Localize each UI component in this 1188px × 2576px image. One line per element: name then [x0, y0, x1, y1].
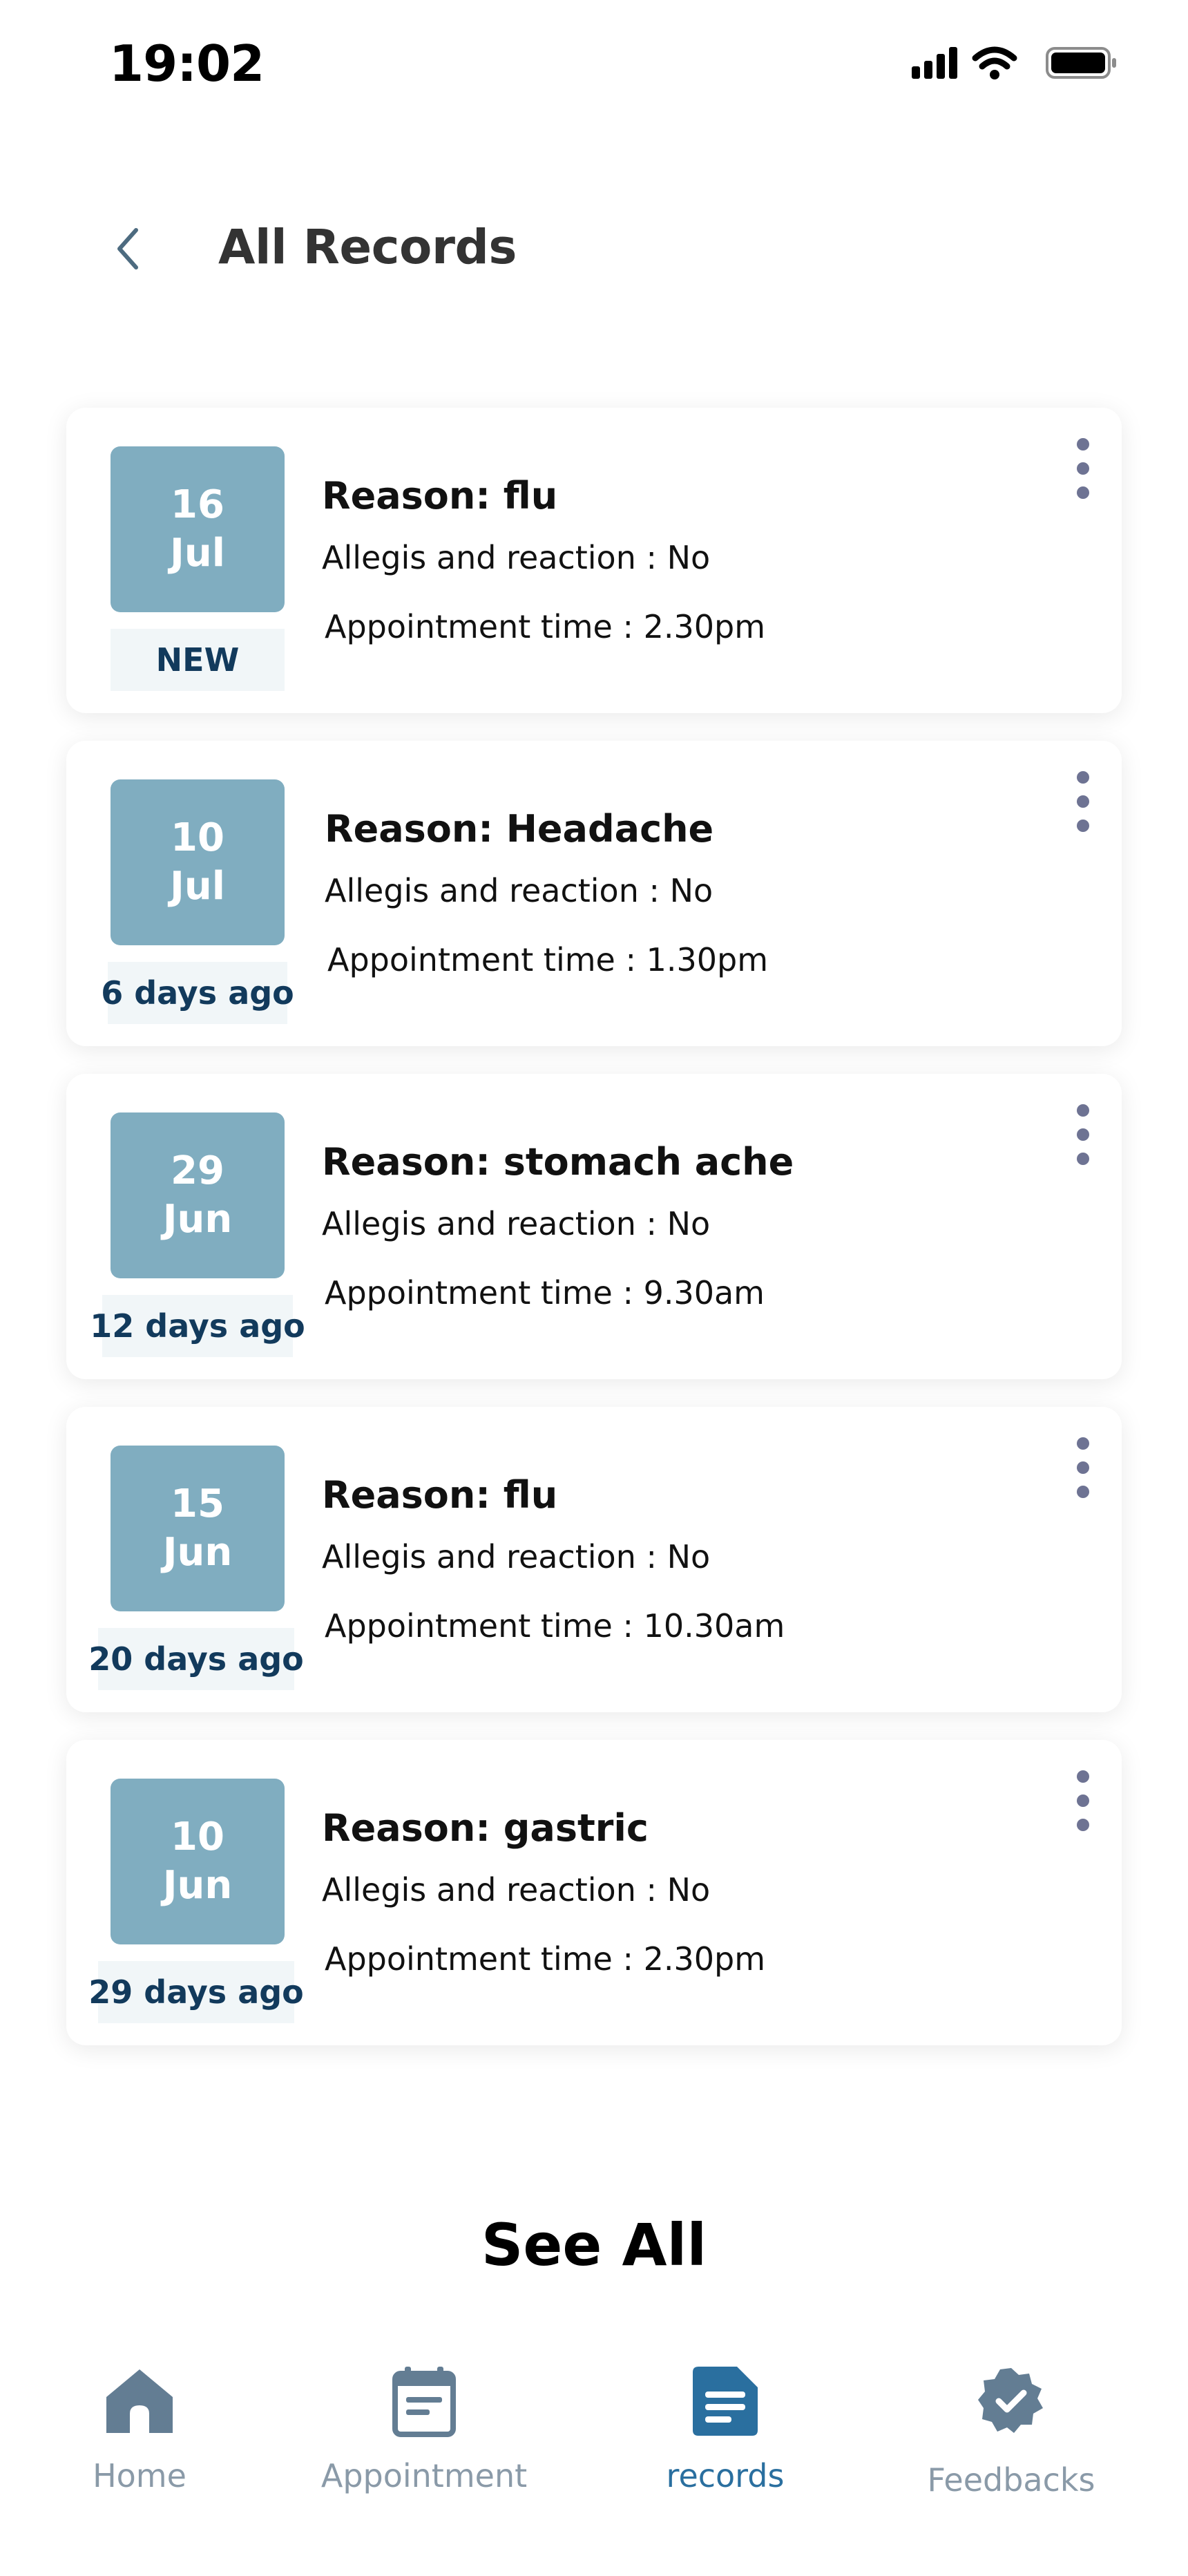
home-icon: [102, 2363, 178, 2439]
page-title: All Records: [218, 220, 517, 275]
record-day: 10: [171, 815, 224, 860]
record-appointment-time: Appointment time : 2.30pm: [325, 608, 766, 645]
more-options-button[interactable]: [1066, 435, 1100, 502]
record-reason: Reason: gastric: [322, 1806, 649, 1850]
record-month: Jun: [162, 1863, 233, 1908]
more-options-button[interactable]: [1066, 1101, 1100, 1168]
record-date: 16 Jul: [111, 446, 285, 612]
nav-item-records[interactable]: records: [594, 2363, 856, 2529]
record-month: Jun: [162, 1197, 233, 1242]
status-icons: [912, 46, 1116, 79]
more-options-button[interactable]: [1066, 768, 1100, 835]
record-card[interactable]: 29 Jun 12 days ago Reason: stomach ache …: [66, 1074, 1122, 1379]
record-date: 10 Jun: [111, 1779, 285, 1944]
more-options-button[interactable]: [1066, 1768, 1100, 1834]
record-month: Jun: [162, 1530, 233, 1575]
more-vertical-icon: [1077, 771, 1089, 784]
record-card[interactable]: 16 Jul NEW Reason: flu Allegis and react…: [66, 408, 1122, 713]
record-reason: Reason: stomach ache: [322, 1140, 794, 1184]
more-vertical-icon: [1077, 438, 1089, 451]
record-allergy: Allegis and reaction : No: [322, 1205, 711, 1242]
nav-label: Appointment: [320, 2457, 528, 2494]
record-day: 15: [171, 1481, 224, 1526]
wifi-icon: [972, 46, 1017, 79]
nav-item-feedbacks[interactable]: Feedbacks: [880, 2363, 1142, 2529]
record-card[interactable]: 15 Jun 20 days ago Reason: flu Allegis a…: [66, 1407, 1122, 1712]
record-age-badge: 20 days ago: [88, 1628, 304, 1690]
record-day: 16: [171, 482, 224, 527]
record-age-badge: 12 days ago: [90, 1295, 305, 1357]
record-reason: Reason: Headache: [325, 807, 714, 851]
record-allergy: Allegis and reaction : No: [322, 1538, 711, 1575]
record-day: 10: [171, 1815, 224, 1859]
record-appointment-time: Appointment time : 9.30am: [325, 1274, 765, 1311]
calendar-icon: [386, 2363, 462, 2439]
verified-badge-icon: [973, 2363, 1049, 2439]
record-allergy: Allegis and reaction : No: [325, 872, 713, 909]
more-vertical-icon: [1077, 1437, 1089, 1450]
battery-icon: [1046, 47, 1116, 79]
record-allergy: Allegis and reaction : No: [322, 539, 711, 576]
record-reason: Reason: flu: [322, 474, 558, 518]
nav-label: records: [666, 2457, 785, 2494]
record-allergy: Allegis and reaction : No: [322, 1871, 711, 1909]
more-vertical-icon: [1077, 1104, 1089, 1117]
record-age-badge: 29 days ago: [88, 1961, 304, 2023]
record-age-badge: NEW: [111, 629, 285, 691]
record-month: Jul: [170, 531, 225, 576]
signal-icon: [912, 47, 957, 79]
see-all-button[interactable]: See All: [0, 2211, 1188, 2279]
nav-label: Home: [93, 2457, 186, 2494]
record-appointment-time: Appointment time : 10.30am: [325, 1607, 785, 1645]
nav-item-home[interactable]: Home: [8, 2363, 271, 2529]
more-vertical-icon: [1077, 1770, 1089, 1783]
record-card[interactable]: 10 Jul 6 days ago Reason: Headache Alleg…: [66, 741, 1122, 1046]
status-time: 19:02: [109, 35, 265, 93]
record-day: 29: [171, 1148, 224, 1193]
chevron-left-icon: [117, 228, 138, 269]
record-date: 10 Jul: [111, 779, 285, 945]
record-card[interactable]: 10 Jun 29 days ago Reason: gastric Alleg…: [66, 1740, 1122, 2045]
record-appointment-time: Appointment time : 1.30pm: [327, 941, 769, 978]
record-date: 15 Jun: [111, 1446, 285, 1611]
back-button[interactable]: [104, 221, 152, 276]
record-reason: Reason: flu: [322, 1473, 558, 1517]
record-date: 29 Jun: [111, 1112, 285, 1278]
record-month: Jul: [170, 864, 225, 909]
nav-item-appointment[interactable]: Appointment: [293, 2363, 555, 2529]
record-age-badge: 6 days ago: [101, 962, 294, 1024]
record-appointment-time: Appointment time : 2.30pm: [325, 1940, 766, 1978]
nav-label: Feedbacks: [927, 2461, 1095, 2499]
document-icon: [687, 2363, 763, 2439]
more-options-button[interactable]: [1066, 1434, 1100, 1501]
